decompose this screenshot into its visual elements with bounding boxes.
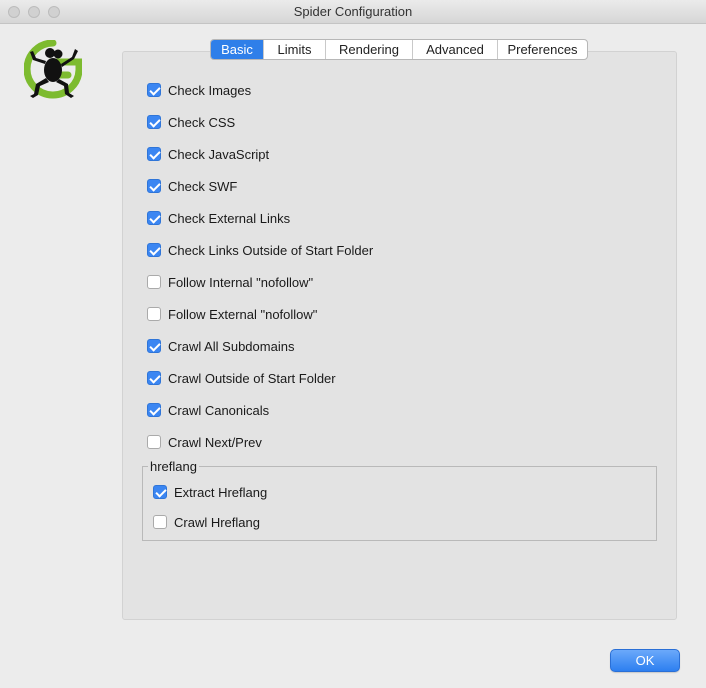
option-label: Follow Internal "nofollow" xyxy=(168,274,314,290)
checkbox[interactable] xyxy=(147,371,161,385)
option-check-javascript[interactable]: Check JavaScript xyxy=(147,145,269,163)
option-crawl-outside-start-folder[interactable]: Crawl Outside of Start Folder xyxy=(147,369,336,387)
spider-configuration-window: Spider Configuration Basic Limits Render… xyxy=(0,0,706,688)
option-label: Check JavaScript xyxy=(168,146,270,162)
option-check-external-links[interactable]: Check External Links xyxy=(147,209,290,227)
hreflang-group-title: hreflang xyxy=(148,459,199,474)
option-extract-hreflang[interactable]: Extract Hreflang xyxy=(153,483,267,501)
option-label: Crawl Canonicals xyxy=(168,402,270,418)
config-tabs: Basic Limits Rendering Advanced Preferen… xyxy=(210,39,588,60)
option-crawl-next-prev[interactable]: Crawl Next/Prev xyxy=(147,433,262,451)
frog-logo-icon xyxy=(24,40,82,99)
option-label: Extract Hreflang xyxy=(174,484,268,500)
checkbox[interactable] xyxy=(147,435,161,449)
tab-preferences[interactable]: Preferences xyxy=(498,40,587,59)
checkbox[interactable] xyxy=(147,403,161,417)
option-crawl-hreflang[interactable]: Crawl Hreflang xyxy=(153,513,260,531)
ok-button[interactable]: OK xyxy=(610,649,680,672)
option-label: Crawl All Subdomains xyxy=(168,338,295,354)
checkbox[interactable] xyxy=(147,179,161,193)
tab-rendering[interactable]: Rendering xyxy=(326,40,413,59)
checkbox[interactable] xyxy=(147,83,161,97)
tab-advanced[interactable]: Advanced xyxy=(413,40,498,59)
option-label: Crawl Next/Prev xyxy=(168,434,262,450)
option-label: Check External Links xyxy=(168,210,291,226)
checkbox[interactable] xyxy=(153,515,167,529)
option-label: Check Images xyxy=(168,82,252,98)
option-crawl-canonicals[interactable]: Crawl Canonicals xyxy=(147,401,269,419)
option-label: Crawl Hreflang xyxy=(174,514,260,530)
checkbox[interactable] xyxy=(147,307,161,321)
option-label: Check SWF xyxy=(168,178,238,194)
tab-basic[interactable]: Basic xyxy=(211,40,264,59)
option-label: Check CSS xyxy=(168,114,236,130)
checkbox[interactable] xyxy=(147,339,161,353)
checkbox[interactable] xyxy=(147,147,161,161)
checkbox[interactable] xyxy=(147,275,161,289)
option-check-links-outside-start-folder[interactable]: Check Links Outside of Start Folder xyxy=(147,241,373,259)
option-follow-internal-nofollow[interactable]: Follow Internal "nofollow" xyxy=(147,273,313,291)
option-check-images[interactable]: Check Images xyxy=(147,81,251,99)
checkbox[interactable] xyxy=(153,485,167,499)
option-check-css[interactable]: Check CSS xyxy=(147,113,235,131)
window-title: Spider Configuration xyxy=(293,4,413,19)
checkbox[interactable] xyxy=(147,115,161,129)
option-crawl-all-subdomains[interactable]: Crawl All Subdomains xyxy=(147,337,294,355)
title-bar: Spider Configuration xyxy=(0,0,706,24)
option-follow-external-nofollow[interactable]: Follow External "nofollow" xyxy=(147,305,317,323)
option-label: Check Links Outside of Start Folder xyxy=(168,242,374,258)
checkbox[interactable] xyxy=(147,211,161,225)
checkbox[interactable] xyxy=(147,243,161,257)
option-check-swf[interactable]: Check SWF xyxy=(147,177,237,195)
tab-limits[interactable]: Limits xyxy=(264,40,326,59)
option-label: Crawl Outside of Start Folder xyxy=(168,370,336,386)
option-label: Follow External "nofollow" xyxy=(168,306,318,322)
